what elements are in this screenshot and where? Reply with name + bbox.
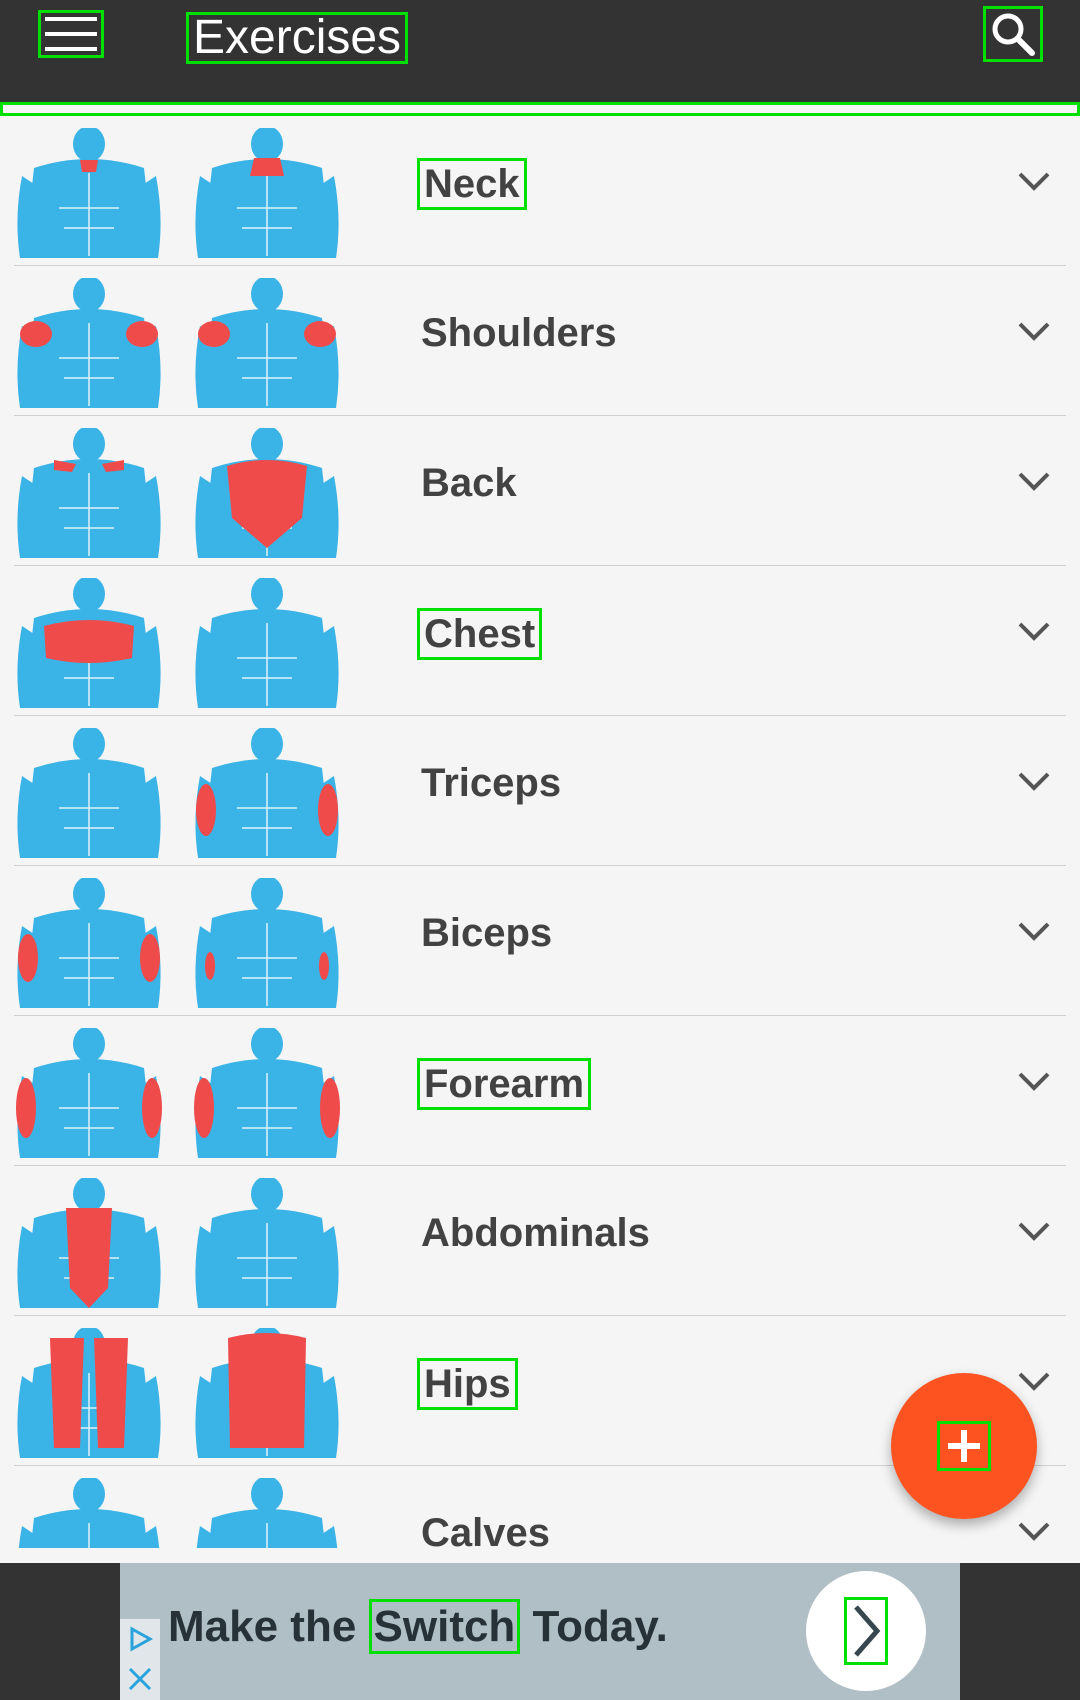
ad-headline[interactable]: Make the Switch Today. [168, 1597, 668, 1657]
close-icon[interactable] [120, 1659, 160, 1699]
ad-banner[interactable]: Make the Switch Today. [0, 1563, 1080, 1700]
muscle-front-figure [14, 276, 164, 413]
chevron-down-icon[interactable] [1014, 1516, 1054, 1546]
chevron-down-icon[interactable] [1014, 766, 1054, 796]
chevron-down-icon[interactable] [1014, 1366, 1054, 1396]
muscle-front-figure [14, 1326, 164, 1463]
muscle-group-row[interactable]: Biceps [14, 866, 1066, 1016]
muscle-group-row[interactable]: Abdominals [14, 1166, 1066, 1316]
muscle-group-row[interactable]: Neck [14, 116, 1066, 266]
hamburger-menu-icon [45, 17, 97, 51]
muscle-front-figure [14, 876, 164, 1013]
chevron-down-icon[interactable] [1014, 316, 1054, 346]
muscle-group-label: Hips [417, 1358, 518, 1410]
muscle-back-figure [192, 1476, 342, 1548]
app-bar: Exercises [0, 0, 1080, 108]
muscle-group-label: Back [421, 461, 517, 505]
muscle-back-figure [192, 1326, 342, 1463]
muscle-back-figure [192, 276, 342, 413]
muscle-back-figure [192, 576, 342, 713]
page-title: Exercises [186, 12, 409, 64]
muscle-group-label: Forearm [417, 1058, 592, 1110]
menu-button[interactable] [38, 10, 104, 58]
chevron-down-icon[interactable] [1014, 1216, 1054, 1246]
toolbar-divider [0, 102, 1080, 116]
muscle-back-figure [192, 1026, 342, 1163]
muscle-back-figure [192, 426, 342, 563]
muscle-group-label: Shoulders [421, 311, 617, 355]
chevron-down-icon[interactable] [1014, 466, 1054, 496]
muscle-front-figure [14, 1176, 164, 1313]
ad-text-highlight: Switch [368, 1599, 521, 1654]
search-icon [992, 13, 1035, 56]
plus-icon [937, 1421, 991, 1471]
muscle-group-label: Triceps [421, 761, 562, 805]
muscle-front-figure [14, 726, 164, 863]
muscle-group-row[interactable]: Shoulders [14, 266, 1066, 416]
muscle-group-label: Neck [417, 158, 527, 210]
muscle-front-figure [14, 576, 164, 713]
muscle-group-row[interactable]: Chest [14, 566, 1066, 716]
muscle-front-figure [14, 1026, 164, 1163]
chevron-down-icon[interactable] [1014, 1066, 1054, 1096]
ad-text-after: Today. [520, 1602, 668, 1651]
muscle-group-list[interactable]: Neck Shoulders Back Chest Triceps Biceps Forea… [0, 116, 1080, 1548]
ad-icons [120, 1619, 160, 1700]
ad-cta-button[interactable] [806, 1571, 926, 1691]
chevron-down-icon[interactable] [1014, 916, 1054, 946]
muscle-group-label: Abdominals [421, 1211, 650, 1255]
ad-text-before: Make the [168, 1602, 369, 1651]
muscle-back-figure [192, 1176, 342, 1313]
muscle-front-figure [14, 1476, 164, 1548]
chevron-down-icon[interactable] [1014, 616, 1054, 646]
chevron-right-icon [844, 1597, 888, 1665]
muscle-front-figure [14, 126, 164, 263]
muscle-group-label: Chest [417, 608, 543, 660]
muscle-back-figure [192, 876, 342, 1013]
search-button[interactable] [983, 6, 1043, 62]
muscle-back-figure [192, 726, 342, 863]
muscle-group-row[interactable]: Back [14, 416, 1066, 566]
muscle-group-label: Biceps [421, 911, 553, 955]
muscle-group-row[interactable]: Forearm [14, 1016, 1066, 1166]
muscle-front-figure [14, 426, 164, 563]
chevron-down-icon[interactable] [1014, 166, 1054, 196]
muscle-group-label: Calves [421, 1511, 550, 1548]
muscle-back-figure [192, 126, 342, 263]
ad-choices-icon[interactable] [120, 1619, 160, 1659]
add-exercise-fab[interactable] [891, 1373, 1037, 1519]
muscle-group-row[interactable]: Triceps [14, 716, 1066, 866]
